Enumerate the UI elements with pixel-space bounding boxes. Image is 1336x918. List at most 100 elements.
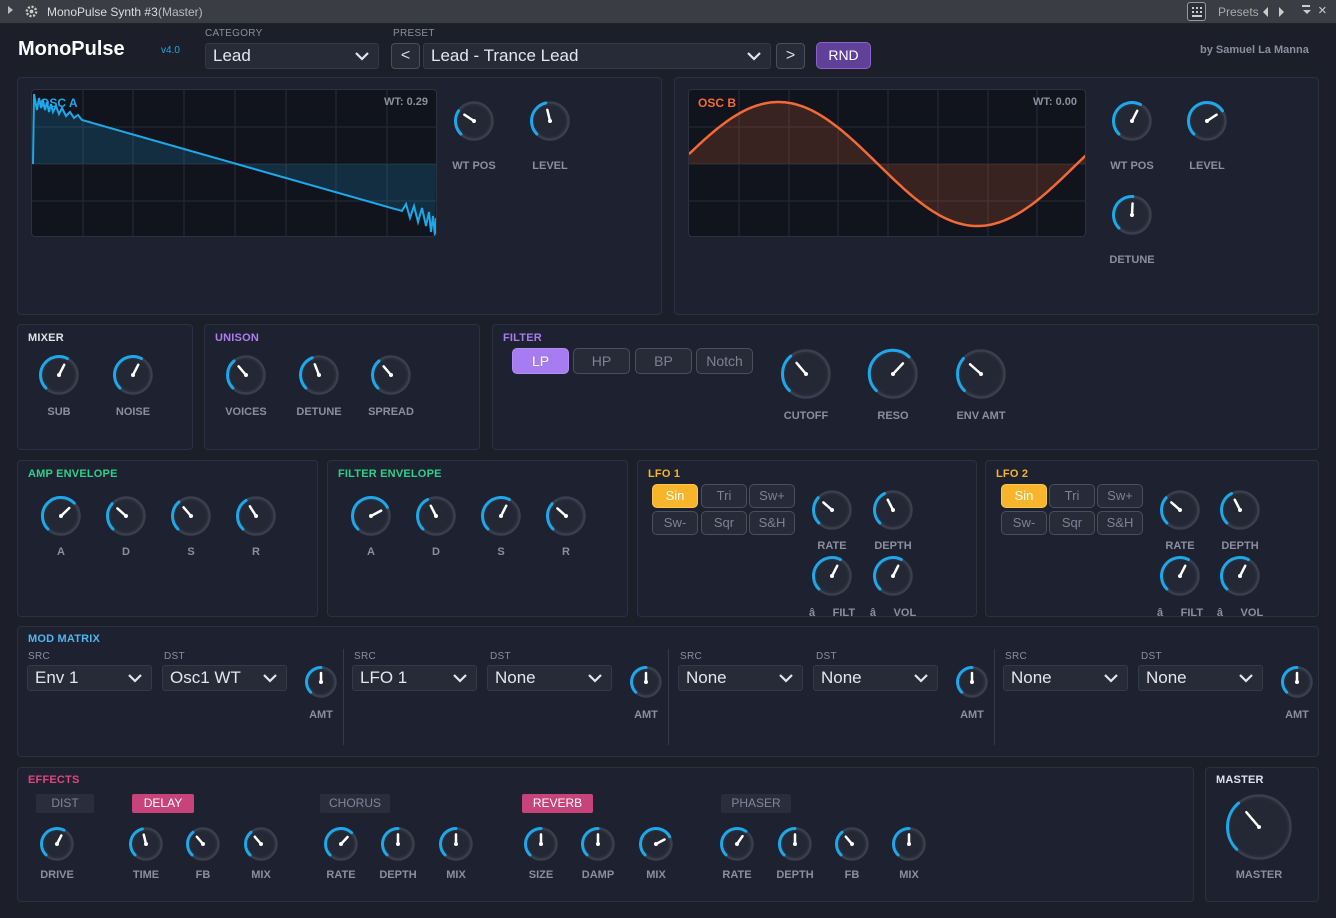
filter-env-amt-knob[interactable] — [955, 348, 1007, 400]
slot1-amt-knob[interactable] — [304, 665, 338, 699]
knob-graphic — [1160, 490, 1200, 530]
fx-delay-mix-knob[interactable] — [243, 826, 279, 862]
fx-dist-drive-label: DRIVE — [40, 869, 74, 881]
filter-type-hp[interactable]: HP — [573, 348, 630, 374]
filter-env-decay-knob[interactable] — [415, 495, 457, 537]
fx-reverb-size-knob[interactable] — [523, 826, 559, 862]
osc-b-detune-knob[interactable] — [1111, 194, 1153, 236]
osc-a-wt-pos-knob[interactable] — [453, 100, 495, 142]
osc-a-level-knob[interactable] — [529, 100, 571, 142]
filter-cutoff-knob[interactable] — [780, 348, 832, 400]
lfo2-shape-sample-hold[interactable]: S&H — [1097, 511, 1143, 535]
amp-sustain-knob[interactable] — [170, 495, 212, 537]
filter-reso-knob[interactable] — [867, 348, 919, 400]
slot3-src-select[interactable]: None — [678, 665, 803, 691]
next-preset-button[interactable]: > — [776, 43, 805, 69]
close-icon[interactable]: × — [1318, 2, 1327, 19]
lfo1-shape-saw-up[interactable]: Sw+ — [749, 484, 795, 508]
lfo2-shape-saw-down[interactable]: Sw- — [1001, 511, 1047, 535]
fx-delay-fb-knob[interactable] — [185, 826, 221, 862]
fx-delay-toggle[interactable]: DELAY — [132, 794, 194, 813]
fx-phaser-toggle[interactable]: PHASER — [721, 794, 791, 813]
fx-delay-time-knob[interactable] — [128, 826, 164, 862]
lfo2-shape-square[interactable]: Sqr — [1049, 511, 1095, 535]
lfo2-shape-saw-up[interactable]: Sw+ — [1097, 484, 1143, 508]
preset-select[interactable]: Lead - Trance Lead — [423, 43, 771, 69]
random-preset-button[interactable]: RND — [816, 42, 871, 69]
lfo1-shape-sin[interactable]: Sin — [652, 484, 698, 508]
slot3-amt-knob[interactable] — [955, 665, 989, 699]
lfo1-vol-amt-label: âVOL — [869, 607, 917, 619]
slot2-src-select[interactable]: LFO 1 — [352, 665, 477, 691]
lfo2-filter-amt-knob[interactable] — [1159, 555, 1201, 597]
category-select[interactable]: Lead — [205, 43, 379, 69]
mixer-sub-knob[interactable] — [38, 354, 80, 396]
presets-label[interactable]: Presets — [1218, 5, 1259, 19]
lfo2-depth-label: DEPTH — [1221, 540, 1259, 552]
lfo1-shape-sample-hold[interactable]: S&H — [749, 511, 795, 535]
fx-dist-toggle[interactable]: DIST — [36, 794, 94, 813]
unison-spread-knob[interactable] — [370, 354, 412, 396]
lfo2-shape-tri[interactable]: Tri — [1049, 484, 1095, 508]
slot1-dst-select[interactable]: Osc1 WT — [162, 665, 287, 691]
unison-detune-knob[interactable] — [298, 354, 340, 396]
fx-dist-drive-knob[interactable] — [39, 826, 75, 862]
slot2-dst-select[interactable]: None — [487, 665, 612, 691]
amp-decay-knob[interactable] — [105, 495, 147, 537]
knob-graphic — [546, 496, 586, 536]
amp-release-knob[interactable] — [235, 495, 277, 537]
slot2-amt-knob[interactable] — [629, 665, 663, 699]
mixer-noise-knob[interactable] — [112, 354, 154, 396]
filter-type-bp[interactable]: BP — [635, 348, 692, 374]
menu-arrow-icon[interactable] — [1303, 10, 1311, 14]
amp-attack-knob[interactable] — [40, 495, 82, 537]
collapse-arrow-icon[interactable] — [8, 6, 13, 14]
osc-b-level-knob[interactable] — [1186, 100, 1228, 142]
lfo2-depth-knob[interactable] — [1219, 489, 1261, 531]
fx-chorus-toggle[interactable]: CHORUS — [320, 794, 390, 813]
gear-icon[interactable] — [24, 4, 39, 19]
slot4-src-select[interactable]: None — [1003, 665, 1128, 691]
filter-type-lp[interactable]: LP — [512, 348, 569, 374]
lfo1-filter-amt-knob[interactable] — [811, 555, 853, 597]
fx-phaser-mix-knob[interactable] — [891, 826, 927, 862]
next-preset-arrow-icon[interactable] — [1279, 7, 1284, 17]
browser-icon[interactable] — [1187, 2, 1206, 21]
filter-type-notch[interactable]: Notch — [696, 348, 753, 374]
slot3-dst-value: None — [821, 668, 862, 687]
minimize-icon[interactable] — [1302, 5, 1310, 7]
filter-env-attack-knob[interactable] — [350, 495, 392, 537]
fx-chorus-rate-knob[interactable] — [323, 826, 359, 862]
fx-reverb-mix-knob[interactable] — [638, 826, 674, 862]
lfo2-shape-sin[interactable]: Sin — [1001, 484, 1047, 508]
slot3-src-label: SRC — [680, 651, 703, 662]
fx-reverb-damp-knob[interactable] — [580, 826, 616, 862]
lfo1-vol-amt-knob[interactable] — [872, 555, 914, 597]
filter-env-sustain-knob[interactable] — [480, 495, 522, 537]
fx-phaser-rate-knob[interactable] — [719, 826, 755, 862]
slot3-dst-select[interactable]: None — [813, 665, 938, 691]
fx-phaser-depth-knob[interactable] — [777, 826, 813, 862]
osc-b-wt-pos-knob[interactable] — [1111, 100, 1153, 142]
filter-env-release-knob[interactable] — [545, 495, 587, 537]
prev-preset-button[interactable]: < — [391, 43, 420, 69]
fx-reverb-toggle[interactable]: REVERB — [522, 794, 593, 813]
lfo2-rate-knob[interactable] — [1159, 489, 1201, 531]
lfo1-shape-square[interactable]: Sqr — [701, 511, 747, 535]
slot3-amt-label: AMT — [960, 709, 984, 721]
slot4-amt-knob[interactable] — [1280, 665, 1314, 699]
unison-voices-knob[interactable] — [225, 354, 267, 396]
master-volume-knob[interactable] — [1225, 793, 1293, 861]
lfo1-shape-saw-down[interactable]: Sw- — [652, 511, 698, 535]
fx-chorus-mix-knob[interactable] — [438, 826, 474, 862]
lfo1-depth-knob[interactable] — [872, 489, 914, 531]
fx-chorus-depth-knob[interactable] — [380, 826, 416, 862]
lfo1-rate-knob[interactable] — [811, 489, 853, 531]
lfo1-shape-tri[interactable]: Tri — [701, 484, 747, 508]
prev-preset-arrow-icon[interactable] — [1263, 7, 1268, 17]
lfo2-vol-amt-knob[interactable] — [1219, 555, 1261, 597]
fx-phaser-fb-knob[interactable] — [834, 826, 870, 862]
author-credit: by Samuel La Manna — [1200, 44, 1309, 56]
slot4-dst-select[interactable]: None — [1138, 665, 1263, 691]
slot1-src-select[interactable]: Env 1 — [27, 665, 152, 691]
